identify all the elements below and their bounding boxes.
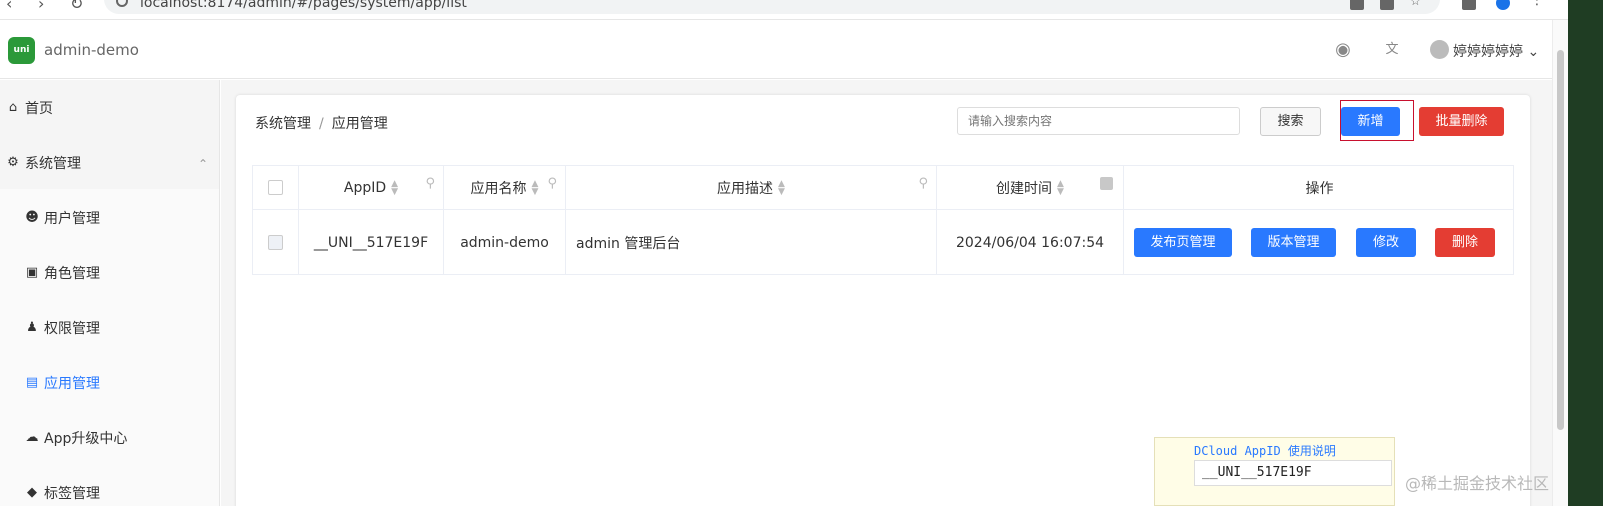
appid-help-link[interactable]: DCloud AppID 使用说明 xyxy=(1194,442,1336,459)
calendar-icon[interactable] xyxy=(1100,177,1113,190)
scrollbar-thumb[interactable] xyxy=(1557,50,1564,430)
sort-icon[interactable]: ▲ ▼ xyxy=(778,179,785,196)
gear-icon: ⚙ xyxy=(7,155,19,170)
column-label: AppID xyxy=(343,179,387,196)
select-all-checkbox[interactable] xyxy=(268,180,283,195)
sort-icon[interactable]: ▲ ▼ xyxy=(1057,179,1064,196)
delete-button[interactable]: 删除 xyxy=(1435,228,1495,257)
cell-created-time: 2024/06/04 16:07:54 xyxy=(937,210,1124,275)
tag-icon: ◆ xyxy=(27,485,37,500)
chevron-down-icon: ⌄ xyxy=(1527,44,1540,60)
app-icon: ▤ xyxy=(25,375,39,390)
avatar[interactable] xyxy=(1430,40,1449,59)
sidebar-item-users[interactable]: ☻ 用户管理 xyxy=(0,190,219,245)
cell-app-name: admin-demo xyxy=(444,210,566,275)
address-bar[interactable]: localhost:8174/admin/#/pages/system/app/… xyxy=(104,0,1440,14)
appid-code-box[interactable]: __UNI__517E19F xyxy=(1194,460,1392,486)
search-icon[interactable]: ⚲ xyxy=(547,176,557,191)
user-gear-icon: ☻ xyxy=(25,210,39,225)
column-created-time[interactable]: 创建时间 ▲ ▼ xyxy=(937,166,1124,209)
sidebar-item-tags[interactable]: ◆ 标签管理 xyxy=(0,465,219,506)
translate-icon[interactable] xyxy=(1380,0,1394,10)
forward-icon[interactable]: › xyxy=(38,0,44,13)
row-select-cell xyxy=(253,210,299,275)
site-info-icon[interactable] xyxy=(116,0,128,7)
user-name: 婷婷婷婷婷 xyxy=(1453,44,1523,60)
user-menu[interactable]: 婷婷婷婷婷 ⌄ xyxy=(1453,41,1539,61)
search-icon[interactable]: ⚲ xyxy=(425,176,435,191)
extension-icon[interactable] xyxy=(1462,0,1476,10)
sort-icon[interactable]: ▲ ▼ xyxy=(532,179,539,196)
camera-icon[interactable] xyxy=(1350,0,1364,10)
sidebar-item-permissions[interactable]: ♟ 权限管理 xyxy=(0,300,219,355)
sidebar-item-label: 用户管理 xyxy=(44,210,100,227)
column-label: 应用描述 xyxy=(717,180,774,197)
sidebar-item-system[interactable]: ⚙ 系统管理 xyxy=(0,135,219,190)
sidebar-item-label: 首页 xyxy=(25,100,53,117)
sidebar-item-roles[interactable]: ▣ 角色管理 xyxy=(0,245,219,300)
breadcrumb-separator: / xyxy=(319,116,324,132)
sidebar-item-label: 角色管理 xyxy=(44,265,100,282)
row-checkbox[interactable] xyxy=(268,235,283,250)
batch-delete-button[interactable]: 批量删除 xyxy=(1419,107,1504,136)
profile-icon[interactable] xyxy=(1496,0,1510,10)
app-header: uni admin-demo ◉ 文 婷婷婷婷婷 ⌄ xyxy=(0,21,1552,79)
sidebar-item-label: 标签管理 xyxy=(44,485,100,502)
sidebar-item-apps[interactable]: ▤ 应用管理 xyxy=(0,355,219,410)
cell-appid[interactable]: __UNI__517E19F xyxy=(299,210,444,275)
sidebar-item-label: 应用管理 xyxy=(44,375,100,392)
permission-icon: ♟ xyxy=(26,320,38,335)
search-input[interactable] xyxy=(957,107,1240,135)
search-button[interactable]: 搜索 xyxy=(1260,107,1321,136)
column-label: 创建时间 xyxy=(996,180,1053,197)
breadcrumb: 系统管理 / 应用管理 xyxy=(255,113,388,133)
column-label: 操作 xyxy=(1305,180,1334,197)
column-actions: 操作 xyxy=(1124,166,1515,209)
publish-page-button[interactable]: 发布页管理 xyxy=(1134,228,1232,257)
sidebar-item-label: 系统管理 xyxy=(25,155,81,172)
table-header: AppID ▲ ▼ ⚲ 应用名称 ▲ ▼ ⚲ 应用描述 ▲ ▼ ⚲ 创建时间 ▲ ▼ 操作 xyxy=(253,166,1513,210)
chevron-up-icon[interactable]: ⌃ xyxy=(198,157,208,171)
watermark: @稀土掘金技术社区 xyxy=(1405,474,1550,493)
sidebar: ⌂ 首页 ⚙ 系统管理 ⌃ ☻ 用户管理 ▣ 角色管理 ♟ 权限管理 ▤ 应用管理 ☁ App… xyxy=(0,80,220,506)
column-label: 应用名称 xyxy=(470,180,527,197)
column-app-desc[interactable]: 应用描述 ▲ ▼ ⚲ xyxy=(566,166,937,209)
role-icon: ▣ xyxy=(25,265,39,280)
cell-app-desc: admin 管理后台 xyxy=(566,210,937,275)
app-title: admin-demo xyxy=(44,41,139,59)
app-table: AppID ▲ ▼ ⚲ 应用名称 ▲ ▼ ⚲ 应用描述 ▲ ▼ ⚲ 创建时间 ▲ ▼ 操作 __… xyxy=(252,165,1514,275)
search-icon[interactable]: ⚲ xyxy=(918,176,928,191)
cloud-upload-icon: ☁ xyxy=(25,430,39,445)
star-icon[interactable]: ☆ xyxy=(1410,0,1424,8)
sidebar-item-home[interactable]: ⌂ 首页 xyxy=(0,80,219,135)
header-select-cell xyxy=(253,166,299,209)
edit-button[interactable]: 修改 xyxy=(1356,228,1416,257)
sidebar-item-upgrade-center[interactable]: ☁ App升级中心 xyxy=(0,410,219,465)
home-icon: ⌂ xyxy=(8,100,18,115)
table-row: __UNI__517E19F admin-demo admin 管理后台 202… xyxy=(253,210,1513,275)
back-icon[interactable]: ‹ xyxy=(6,0,12,13)
breadcrumb-current: 应用管理 xyxy=(331,116,388,132)
language-icon[interactable]: 文 xyxy=(1382,40,1402,60)
column-appid[interactable]: AppID ▲ ▼ ⚲ xyxy=(299,166,444,209)
palette-icon[interactable]: ◉ xyxy=(1333,40,1353,60)
sort-icon[interactable]: ▲ ▼ xyxy=(391,179,398,196)
version-manage-button[interactable]: 版本管理 xyxy=(1251,228,1336,257)
add-button[interactable]: 新增 xyxy=(1341,107,1400,136)
uni-logo: uni xyxy=(8,37,35,64)
reload-icon[interactable]: ↻ xyxy=(70,0,83,13)
column-app-name[interactable]: 应用名称 ▲ ▼ ⚲ xyxy=(444,166,566,209)
breadcrumb-parent[interactable]: 系统管理 xyxy=(255,116,311,132)
sidebar-item-label: 权限管理 xyxy=(44,320,100,337)
url-text: localhost:8174/admin/#/pages/system/app/… xyxy=(140,0,467,11)
menu-icon[interactable]: ⋮ xyxy=(1530,0,1544,8)
cell-actions: 发布页管理 版本管理 修改 删除 xyxy=(1124,210,1515,275)
browser-toolbar: ‹ › ↻ localhost:8174/admin/#/pages/syste… xyxy=(0,0,1568,20)
sidebar-item-label: App升级中心 xyxy=(44,430,128,447)
desktop-edge xyxy=(1568,0,1603,506)
scrollbar[interactable] xyxy=(1552,20,1568,506)
